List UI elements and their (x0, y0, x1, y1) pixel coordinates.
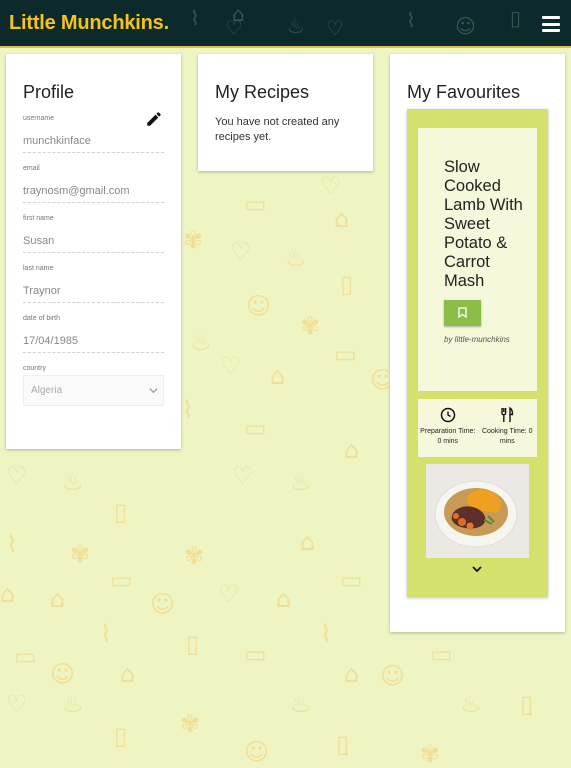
recipe-author: by little-munchkins (444, 335, 510, 344)
no-recipes-message: You have not created any recipes yet. (215, 116, 340, 143)
email-label: email (23, 165, 40, 172)
username-value[interactable]: munchkinface (23, 122, 164, 153)
last-name-label: last name (23, 265, 54, 272)
first-name-label: first name (23, 215, 54, 222)
hamburger-menu-icon[interactable] (542, 16, 560, 32)
first-name-field: first name Susan (23, 215, 164, 253)
email-value[interactable]: traynosm@gmail.com (23, 172, 164, 203)
recipe-title[interactable]: Slow Cooked Lamb With Sweet Potato & Car… (444, 158, 526, 291)
email-field: email traynosm@gmail.com (23, 165, 164, 203)
first-name-value[interactable]: Susan (23, 222, 164, 253)
preparation-time: Preparation Time: 0 mins (418, 399, 478, 457)
recipe-times: Preparation Time: 0 mins Cooking Time: 0… (418, 399, 537, 457)
date-of-birth-value[interactable]: 17/04/1985 (23, 322, 164, 353)
country-field: country Algeria (23, 365, 164, 406)
preparation-time-text: Preparation Time: 0 mins (420, 428, 476, 445)
top-navbar: ⌇ ⌂ ♨ ♡ ⌇ ☺ ▯ ♡ Little Munchkins. (0, 0, 571, 48)
bookmark-button[interactable] (444, 300, 481, 326)
chevron-down-icon (149, 388, 158, 394)
cooking-time-text: Cooking Time: 0 mins (481, 428, 533, 445)
clock-icon (440, 407, 455, 423)
my-favourites-title: My Favourites (407, 82, 521, 102)
favourite-recipe-card[interactable]: Slow Cooked Lamb With Sweet Potato & Car… (407, 109, 548, 597)
pencil-edit-icon[interactable] (145, 110, 163, 128)
recipe-photo[interactable] (426, 464, 529, 558)
my-recipes-title: My Recipes (215, 82, 310, 102)
country-label: country (23, 365, 46, 372)
profile-title: Profile (23, 82, 75, 102)
recipe-info-panel: Slow Cooked Lamb With Sweet Potato & Car… (418, 128, 537, 391)
my-favourites-card: My Favourites Slow Cooked Lamb With Swee… (390, 54, 565, 632)
fork-knife-icon (501, 407, 514, 422)
my-recipes-card: My Recipes You have not created any reci… (198, 54, 373, 171)
cooking-time: Cooking Time: 0 mins (478, 399, 538, 457)
username-field: username munchkinface (23, 115, 164, 153)
last-name-field: last name Traynor (23, 265, 164, 303)
country-selected-value: Algeria (31, 385, 63, 396)
profile-card: Profile username munchkinface email tray… (6, 54, 181, 449)
last-name-value[interactable]: Traynor (23, 272, 164, 303)
chevron-down-icon[interactable] (471, 564, 483, 574)
recipe-photo-illustration (426, 464, 529, 558)
site-logo[interactable]: Little Munchkins. (9, 12, 169, 35)
date-of-birth-field: date of birth 17/04/1985 (23, 315, 164, 353)
date-of-birth-label: date of birth (23, 315, 60, 322)
username-label: username (23, 115, 55, 122)
bookmark-icon (458, 307, 467, 318)
country-select[interactable]: Algeria (23, 375, 164, 406)
